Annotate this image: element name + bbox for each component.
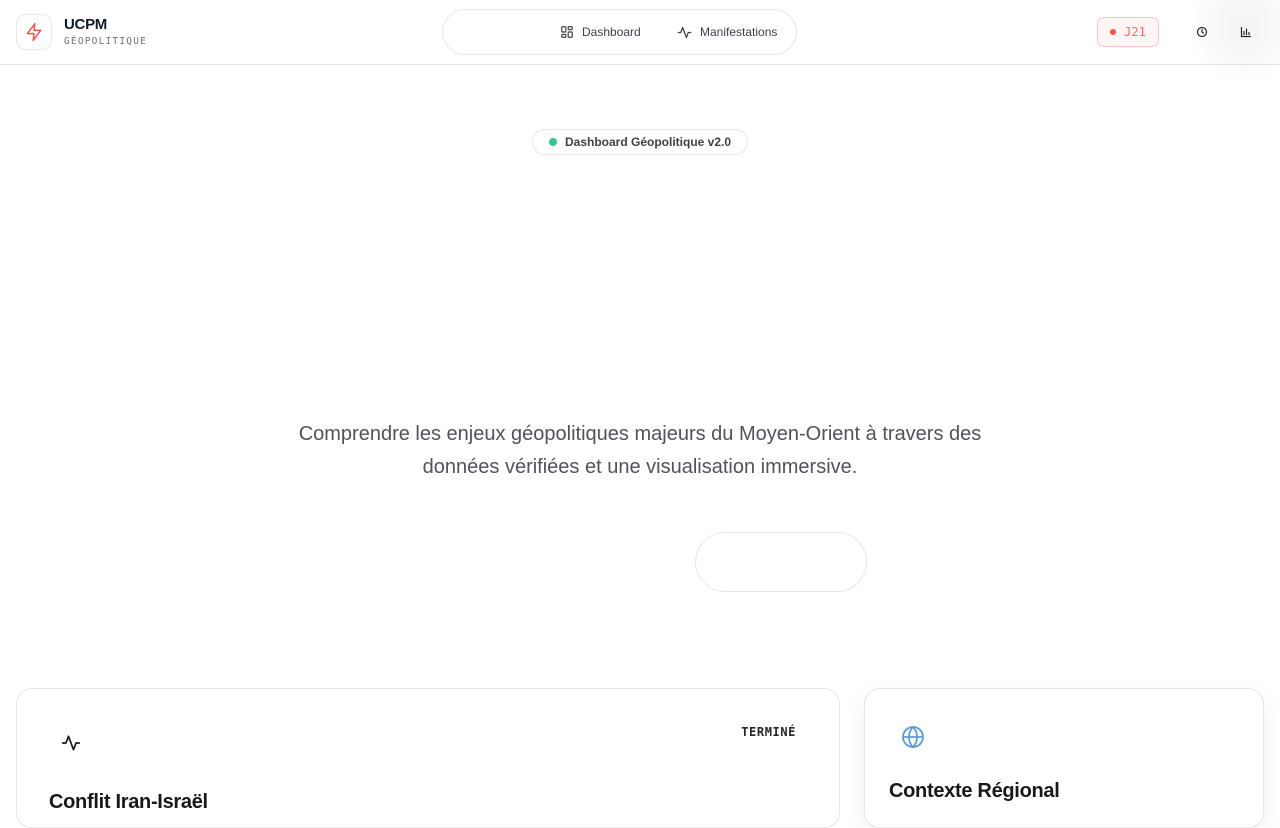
clock-icon bbox=[1196, 26, 1208, 38]
main-nav: Dashboard Manifestations bbox=[442, 9, 797, 55]
nav-item-manifestations[interactable]: Manifestations bbox=[677, 10, 777, 54]
stats-button[interactable] bbox=[1232, 18, 1260, 46]
nav-item-label: Manifestations bbox=[700, 25, 778, 39]
nav-item-dashboard[interactable]: Dashboard bbox=[560, 10, 641, 54]
brand-subtitle: GÉOPOLITIQUE bbox=[64, 36, 148, 47]
cta-button[interactable] bbox=[695, 532, 867, 592]
card-icon-wrap bbox=[61, 733, 81, 753]
dashboard-grid-icon bbox=[561, 26, 573, 38]
day-counter-badge[interactable]: J21 bbox=[1097, 17, 1159, 47]
version-badge-label: Dashboard Géopolitique v2.0 bbox=[564, 135, 732, 149]
live-dot bbox=[1110, 29, 1117, 35]
conflict-card[interactable]: TERMINÉ Conflit Iran-Israël bbox=[16, 688, 840, 828]
bar-chart-icon bbox=[1240, 26, 1252, 38]
brand-title: UCPM bbox=[64, 16, 107, 33]
activity-pulse-icon bbox=[677, 26, 692, 38]
globe-icon bbox=[902, 725, 924, 749]
lightning-icon bbox=[26, 22, 42, 42]
nav-item-label: Dashboard bbox=[582, 25, 641, 39]
day-counter-label: J21 bbox=[1124, 25, 1146, 39]
top-header: UCPM GÉOPOLITIQUE Dashboard Manifestatio… bbox=[0, 0, 1280, 90]
status-dot bbox=[548, 138, 557, 146]
card-title: Conflit Iran-Israël bbox=[49, 791, 208, 813]
version-badge: Dashboard Géopolitique v2.0 bbox=[532, 129, 748, 155]
history-button[interactable] bbox=[1188, 18, 1216, 46]
hero-description: Comprendre les enjeux géopolitiques maje… bbox=[298, 423, 982, 478]
card-icon-wrap bbox=[901, 725, 925, 749]
activity-pulse-icon bbox=[61, 735, 81, 751]
status-badge: TERMINÉ bbox=[741, 725, 796, 739]
logo[interactable] bbox=[16, 14, 52, 50]
regional-context-card[interactable]: Contexte Régional bbox=[864, 688, 1264, 828]
